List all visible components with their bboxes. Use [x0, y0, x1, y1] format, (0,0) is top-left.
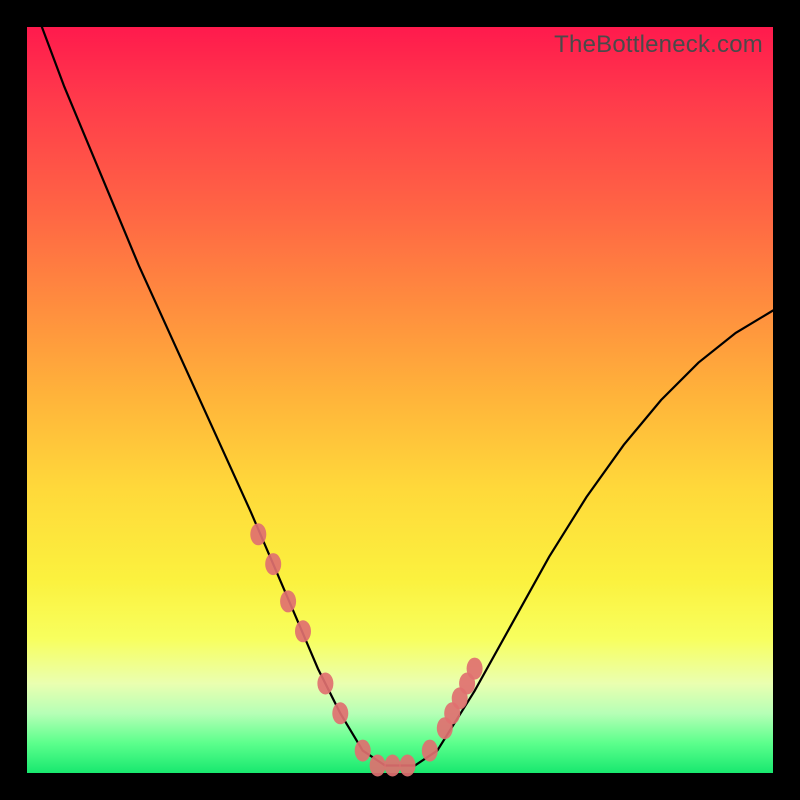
bottleneck-curve: [42, 27, 773, 766]
marker-point: [280, 590, 296, 612]
marker-point: [295, 620, 311, 642]
marker-point: [332, 702, 348, 724]
curve-overlay: [27, 27, 773, 773]
marker-point: [370, 755, 386, 777]
marker-point: [250, 523, 266, 545]
marker-point: [422, 740, 438, 762]
marker-point: [355, 740, 371, 762]
marker-point: [317, 673, 333, 695]
marker-point: [385, 755, 401, 777]
highlight-markers: [250, 523, 482, 776]
chart-frame: TheBottleneck.com: [0, 0, 800, 800]
plot-area: TheBottleneck.com: [27, 27, 773, 773]
marker-point: [400, 755, 416, 777]
marker-point: [467, 658, 483, 680]
marker-point: [265, 553, 281, 575]
